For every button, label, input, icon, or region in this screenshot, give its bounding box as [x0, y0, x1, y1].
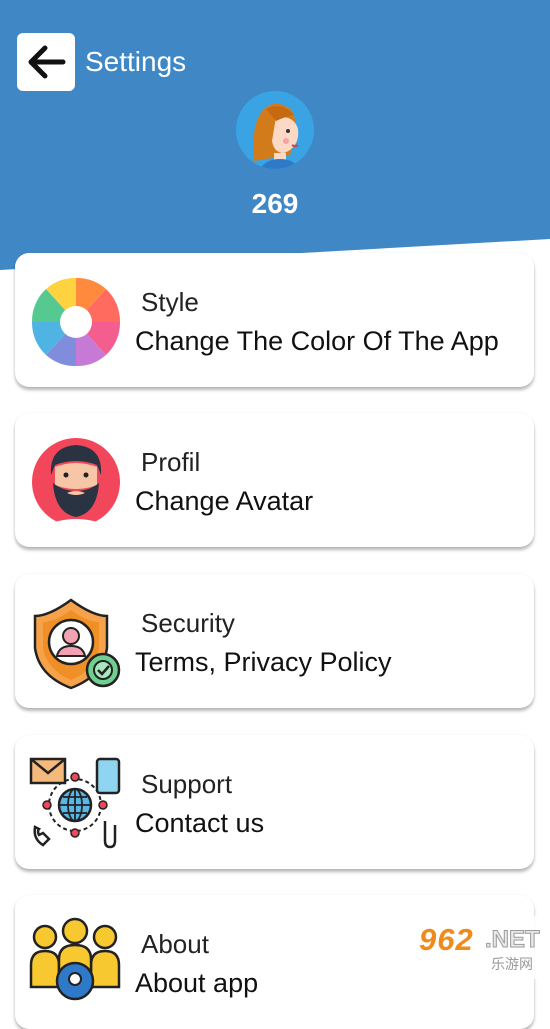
watermark-chinese: 乐游网	[491, 956, 533, 972]
profil-title: Profil	[141, 447, 201, 477]
style-card[interactable]: Style Change The Color Of The App	[15, 253, 534, 387]
points-counter: 269	[251, 188, 299, 219]
profil-subtitle: Change Avatar	[135, 486, 314, 516]
user-avatar[interactable]	[236, 91, 314, 169]
page-title: Settings	[85, 46, 187, 77]
watermark-brand: 962	[419, 922, 474, 957]
team-people-icon	[29, 917, 121, 1001]
support-card[interactable]: Support Contact us	[15, 735, 534, 869]
arrow-left-icon	[28, 45, 66, 79]
color-wheel-icon	[31, 277, 121, 367]
about-subtitle: About app	[135, 968, 259, 998]
support-title: Support	[141, 769, 233, 799]
watermark-logo: 962 .NET 乐游网	[411, 916, 550, 979]
security-card[interactable]: Security Terms, Privacy Policy	[15, 574, 534, 708]
style-subtitle: Change The Color Of The App	[135, 326, 499, 356]
shield-user-icon	[33, 598, 121, 690]
style-title: Style	[141, 287, 199, 317]
profil-card[interactable]: Profil Change Avatar	[15, 413, 534, 547]
support-subtitle: Contact us	[135, 808, 265, 838]
bearded-man-avatar-icon	[32, 438, 120, 529]
watermark-suffix: .NET	[485, 926, 541, 954]
communication-globe-icon	[29, 757, 121, 849]
back-button[interactable]	[17, 33, 75, 91]
security-subtitle: Terms, Privacy Policy	[135, 647, 392, 677]
security-title: Security	[141, 608, 235, 638]
woman-avatar-icon	[236, 91, 314, 169]
about-title: About	[141, 929, 209, 959]
